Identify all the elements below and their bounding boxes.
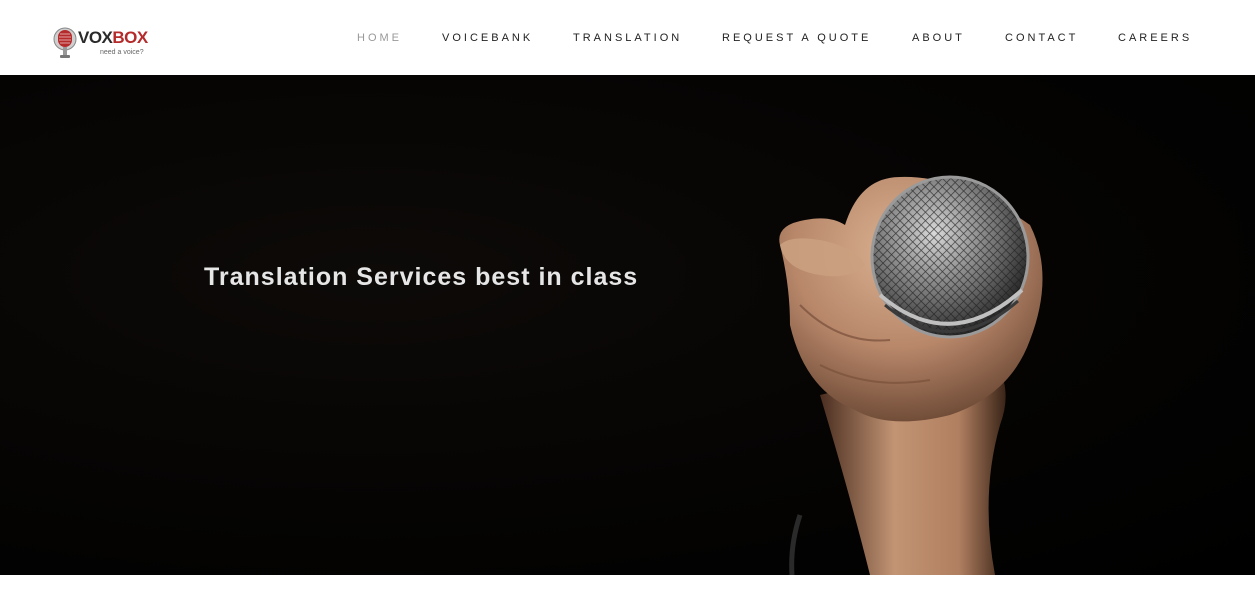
brand-tagline: need a voice?	[100, 49, 144, 56]
nav-translation[interactable]: TRANSLATION	[573, 31, 682, 45]
brand-name-vox: VOX	[78, 28, 113, 47]
page-content-area	[0, 575, 1255, 611]
site-header: VOXBOX need a voice? HOME VOICEBANK TRAN…	[0, 0, 1255, 75]
microphone-logo-icon	[53, 27, 77, 58]
hero-banner: Translation Services best in class	[0, 75, 1255, 575]
nav-about[interactable]: ABOUT	[912, 31, 965, 45]
nav-contact[interactable]: CONTACT	[1005, 31, 1078, 45]
nav-careers[interactable]: CAREERS	[1118, 31, 1192, 45]
brand-name-box: BOX	[112, 28, 148, 47]
nav-voicebank[interactable]: VOICEBANK	[442, 31, 533, 45]
nav-home[interactable]: HOME	[357, 31, 402, 45]
nav-request-a-quote[interactable]: REQUEST A QUOTE	[722, 31, 871, 45]
brand-logo[interactable]: VOXBOX need a voice?	[52, 26, 162, 66]
microphone-in-hand-image	[779, 175, 1043, 575]
hero-title: Translation Services best in class	[204, 263, 639, 291]
brand-wordmark: VOXBOX	[78, 29, 148, 47]
